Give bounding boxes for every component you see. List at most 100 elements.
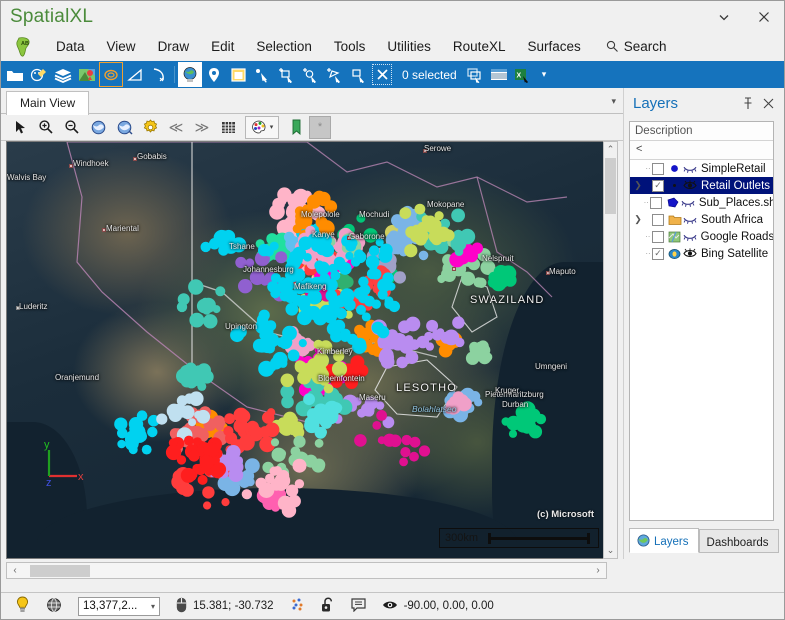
scale-cell[interactable]: 13,377,2... ▾ [70,595,168,617]
map-wrapper: Windhoek Gobabis Serowe Mariental Molepolole… [1,141,623,559]
toolbar-overflow-caret[interactable]: ▾ [535,69,554,80]
pin-icon[interactable] [738,93,758,113]
tab-overflow-caret[interactable]: ▾ [611,96,616,107]
layers-panel-tabs: Layers Dashboards [629,528,779,553]
tree-connector: ·· [645,249,651,258]
layer-row[interactable]: ·· Sub_Places.shp [630,194,773,211]
eye-closed-icon[interactable] [682,231,698,242]
menu-item-data[interactable]: Data [45,34,96,59]
eye-closed-icon[interactable] [682,163,698,174]
horizontal-scroll-thumb[interactable] [30,565,90,577]
layer-row[interactable]: ❯ South Africa [630,211,773,228]
color-picker[interactable]: ▾ [245,115,279,139]
select-circle-icon[interactable] [298,62,322,87]
hint-cell[interactable] [7,595,38,617]
layers-filter-row[interactable]: < [630,141,773,160]
scroll-up-arrow[interactable]: ⌃ [604,142,617,157]
eye-open-icon[interactable] [682,248,698,259]
menu-item-draw[interactable]: Draw [147,34,201,59]
legend-icon[interactable] [226,62,250,87]
scroll-right-arrow[interactable]: › [590,565,606,576]
africa-ab-icon[interactable]: AB [1,33,45,61]
eye-closed-icon[interactable] [680,197,696,208]
globe-icon[interactable] [178,62,202,87]
map-pin-icon[interactable] [75,62,99,87]
measure-icon[interactable] [123,62,147,87]
layer-visibility-checkbox[interactable] [652,162,664,175]
layer-visibility-checkbox[interactable]: ✓ [652,247,664,260]
layer-visibility-checkbox[interactable]: ✓ [652,179,664,192]
copy-selection-icon[interactable] [463,62,487,87]
select-shape-icon[interactable] [346,62,370,87]
export-excel-icon[interactable]: X [511,62,535,87]
layer-visibility-checkbox[interactable] [651,230,664,243]
expand-arrow-icon[interactable]: ❯ [632,214,644,225]
layer-row[interactable]: ❯ ✓ Retail Outlets [630,177,773,194]
network-icon[interactable] [147,62,171,87]
eye-closed-icon[interactable] [682,214,698,225]
scroll-down-arrow[interactable]: ⌄ [604,543,617,558]
settings-gear-icon[interactable] [137,116,163,139]
select-point-icon[interactable] [250,62,274,87]
select-rectangle-icon[interactable] [274,62,298,87]
tab-main-view[interactable]: Main View [6,91,90,115]
map-vertical-scrollbar[interactable]: ⌃ ⌄ [603,141,618,559]
attribute-table-icon[interactable] [487,62,511,87]
zoom-out-icon[interactable] [59,116,85,139]
note-cell[interactable] [343,595,374,617]
tab-dashboards[interactable]: Dashboards [698,529,779,553]
zoom-extent-icon[interactable] [85,116,111,139]
zoom-in-icon[interactable] [33,116,59,139]
search-box[interactable]: Search [606,39,667,54]
menu-item-routexl[interactable]: RouteXL [442,34,517,59]
style-palette-icon[interactable] [27,62,51,87]
main-toolbar: 0 selected X ▾ [1,61,784,88]
layers-panel-title: Layers [633,94,679,112]
map-horizontal-scrollbar[interactable]: ‹ › [6,562,607,579]
pointer-icon[interactable] [7,116,33,139]
zoom-layer-icon[interactable] [111,116,137,139]
minimize-button[interactable] [704,2,744,32]
next-extent-icon[interactable]: ≫ [189,116,215,139]
clear-selection-icon[interactable] [370,62,394,87]
menu-item-edit[interactable]: Edit [200,34,245,59]
open-folder-icon[interactable] [3,62,27,87]
layer-visibility-checkbox[interactable] [649,196,662,209]
map-label: Tshane [229,242,255,251]
map-label: Molepolole [301,210,340,219]
eye-open-icon[interactable] [682,180,698,191]
map-canvas[interactable]: Windhoek Gobabis Serowe Mariental Molepolole… [6,141,607,559]
expand-arrow-icon[interactable]: ❯ [632,180,644,191]
close-icon[interactable] [758,93,778,113]
points-cell[interactable] [282,595,313,617]
menu-item-selection[interactable]: Selection [245,34,323,59]
scale-combo[interactable]: 13,377,2... ▾ [78,596,160,616]
menu-item-view[interactable]: View [96,34,147,59]
layers-stack-icon[interactable] [51,62,75,87]
layers-tree[interactable]: Description < ·· SimpleRetail ❯ ✓ Retail Out… [629,121,774,521]
select-polygon-icon[interactable] [322,62,346,87]
menu-item-utilities[interactable]: Utilities [376,34,442,59]
close-button[interactable] [744,2,784,32]
scroll-left-arrow[interactable]: ‹ [7,565,23,576]
extra-tool-button[interactable]: * [309,115,331,139]
layer-row[interactable]: ·· Google Roads [630,228,773,245]
previous-extent-icon[interactable]: ≪ [163,116,189,139]
projection-cell[interactable] [38,595,70,617]
grid-icon[interactable] [215,116,241,139]
layer-row[interactable]: ·· ✓ Bing Satellite [630,245,773,262]
bookmark-flag-icon[interactable] [283,116,309,139]
menu-item-surfaces[interactable]: Surfaces [516,34,591,59]
lock-cell[interactable] [313,595,343,617]
layer-row-list: ·· SimpleRetail ❯ ✓ Retail Outlets ·· Sub_Plac… [630,160,773,262]
vertical-scroll-thumb[interactable] [605,158,616,214]
menu-item-tools[interactable]: Tools [323,34,377,59]
filled-circle-blue-icon [667,163,682,174]
buffer-icon[interactable] [99,62,123,87]
layer-visibility-checkbox[interactable] [652,213,664,226]
layer-row[interactable]: ·· SimpleRetail [630,160,773,177]
tab-layers[interactable]: Layers [629,528,699,553]
svg-text:AB: AB [21,41,29,47]
layer-name-label: Retail Outlets [701,179,771,192]
location-pin-icon[interactable] [202,62,226,87]
